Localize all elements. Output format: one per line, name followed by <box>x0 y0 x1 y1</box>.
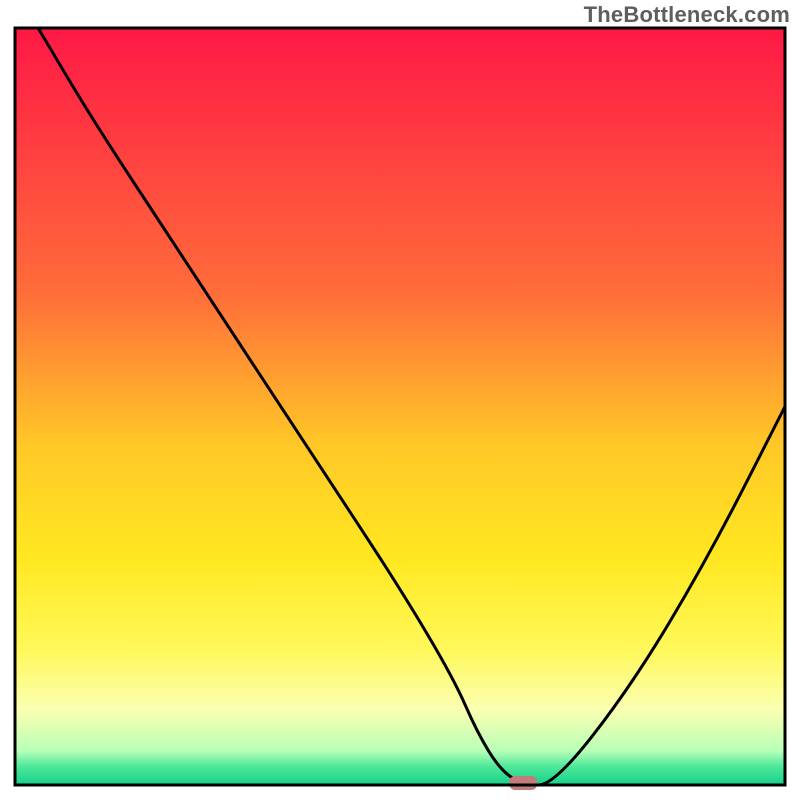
chart-container: TheBottleneck.com <box>0 0 800 800</box>
watermark-label: TheBottleneck.com <box>584 2 790 28</box>
optimal-marker <box>509 776 537 790</box>
bottleneck-chart <box>0 0 800 800</box>
gradient-background <box>15 28 785 785</box>
